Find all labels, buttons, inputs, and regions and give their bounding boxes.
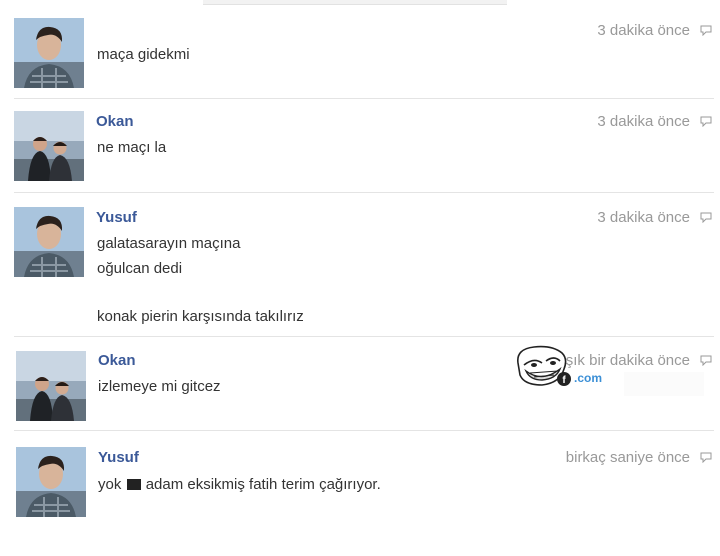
- message-text-part: adam eksikmiş fatih terim çağırıyor.: [145, 476, 381, 493]
- reply-icon[interactable]: [700, 212, 712, 223]
- timestamp[interactable]: 3 dakika önce: [597, 113, 690, 130]
- timestamp[interactable]: birkaç saniye önce: [566, 449, 690, 466]
- message-text: ne maçı la: [97, 139, 167, 156]
- censor-block: [126, 479, 141, 490]
- message-divider: [14, 98, 714, 99]
- message-text: izlemeye mi gitcez: [98, 378, 221, 395]
- message-divider: [14, 430, 714, 431]
- sender-name[interactable]: Yusuf: [98, 449, 139, 466]
- message-text: yok adam eksikmiş fatih terim çağırıyor.: [98, 476, 381, 493]
- reply-icon[interactable]: [700, 452, 712, 463]
- message-text-part: yok: [98, 476, 122, 493]
- avatar[interactable]: [14, 207, 84, 277]
- message-text: maça gidekmi: [97, 46, 190, 63]
- message-divider: [14, 336, 714, 337]
- reply-icon[interactable]: [700, 25, 712, 36]
- troll-face-icon: f: [517, 345, 571, 386]
- timestamp[interactable]: 3 dakika önce: [597, 22, 690, 39]
- avatar[interactable]: [16, 351, 86, 421]
- avatar[interactable]: [14, 111, 84, 181]
- watermark-text: .com: [574, 371, 603, 385]
- message-text: oğulcan dedi: [97, 260, 183, 277]
- message-divider: [14, 192, 714, 193]
- message-text: galatasarayın maçına: [97, 235, 241, 252]
- reply-icon[interactable]: [700, 355, 712, 366]
- sender-name[interactable]: Okan: [98, 352, 136, 369]
- avatar[interactable]: [14, 18, 84, 88]
- avatar[interactable]: [16, 447, 86, 517]
- message-text: konak pierin karşısında takılırız: [97, 308, 304, 325]
- sender-name[interactable]: Okan: [96, 113, 134, 130]
- watermark: f .com: [512, 343, 604, 389]
- top-scroll-edge: [203, 0, 507, 5]
- reply-icon[interactable]: [700, 116, 712, 127]
- sender-name[interactable]: Yusuf: [96, 209, 137, 226]
- blur-overlay: [624, 372, 704, 396]
- timestamp[interactable]: 3 dakika önce: [597, 209, 690, 226]
